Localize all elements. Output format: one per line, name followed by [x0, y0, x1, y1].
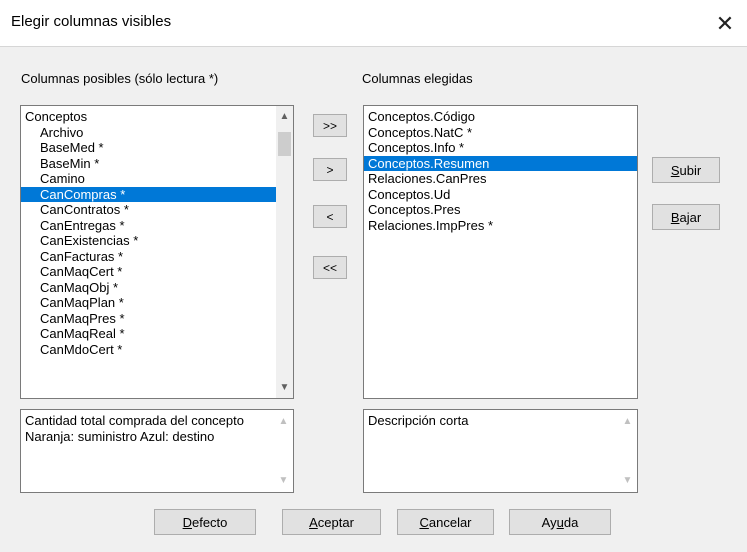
- title-bar: Elegir columnas visibles ✕: [0, 0, 747, 47]
- list-item[interactable]: CanFacturas *: [21, 249, 293, 265]
- chosen-columns-list[interactable]: Conceptos.Código Conceptos.NatC * Concepto…: [363, 105, 638, 399]
- scroll-thumb[interactable]: [278, 132, 291, 156]
- list-item[interactable]: Conceptos: [21, 109, 293, 125]
- list-item[interactable]: Relaciones.ImpPres *: [364, 218, 637, 234]
- window-title: Elegir columnas visibles: [11, 13, 172, 30]
- right-description-scrollbar[interactable]: ▲ ▼: [619, 411, 636, 491]
- chosen-columns-label: Columnas elegidas: [362, 71, 473, 86]
- list-item[interactable]: CanEntregas *: [21, 218, 293, 234]
- scroll-up-icon[interactable]: ▲: [275, 413, 292, 430]
- list-item[interactable]: Conceptos.Pres: [364, 202, 637, 218]
- right-description-text: Descripción corta: [368, 413, 469, 428]
- possible-columns-label: Columnas posibles (sólo lectura *): [21, 71, 219, 86]
- scroll-down-icon[interactable]: ▼: [276, 379, 293, 396]
- list-item[interactable]: Relaciones.CanPres: [364, 171, 637, 187]
- accept-button[interactable]: Aceptar: [282, 509, 381, 535]
- list-item[interactable]: Archivo: [21, 125, 293, 141]
- list-item[interactable]: CanMaqPres *: [21, 311, 293, 327]
- possible-columns-list[interactable]: Conceptos Archivo BaseMed * BaseMin * Camino…: [20, 105, 294, 399]
- add-button[interactable]: >: [313, 158, 347, 181]
- list-item[interactable]: BaseMed *: [21, 140, 293, 156]
- list-item[interactable]: BaseMin *: [21, 156, 293, 172]
- list-item[interactable]: Camino: [21, 171, 293, 187]
- list-item[interactable]: CanMaqCert *: [21, 264, 293, 280]
- scroll-down-icon[interactable]: ▼: [619, 472, 636, 489]
- move-up-button[interactable]: Subir: [652, 157, 720, 183]
- list-item[interactable]: CanMaqReal *: [21, 326, 293, 342]
- close-icon[interactable]: ✕: [703, 0, 747, 47]
- scroll-down-icon[interactable]: ▼: [275, 472, 292, 489]
- default-button[interactable]: Defecto: [154, 509, 256, 535]
- list-item[interactable]: Conceptos.Ud: [364, 187, 637, 203]
- list-item[interactable]: CanContratos *: [21, 202, 293, 218]
- add-all-button[interactable]: >>: [313, 114, 347, 137]
- possible-columns-scrollbar[interactable]: ▲ ▼: [276, 106, 293, 398]
- list-item[interactable]: Conceptos.Resumen: [364, 155, 637, 171]
- right-description-box[interactable]: Descripción corta ▲ ▼: [363, 409, 638, 493]
- list-item[interactable]: CanCompras *: [21, 186, 293, 202]
- list-item[interactable]: CanMdoCert *: [21, 342, 293, 358]
- cancel-button[interactable]: Cancelar: [397, 509, 494, 535]
- remove-button[interactable]: <: [313, 205, 347, 228]
- move-down-button[interactable]: Bajar: [652, 204, 720, 230]
- left-description-scrollbar[interactable]: ▲ ▼: [275, 411, 292, 491]
- scroll-up-icon[interactable]: ▲: [276, 108, 293, 125]
- left-description-text: Cantidad total comprada del concepto Nar…: [25, 413, 244, 444]
- list-item[interactable]: CanExistencias *: [21, 233, 293, 249]
- list-item[interactable]: Conceptos.NatC *: [364, 125, 637, 141]
- list-item[interactable]: Conceptos.Info *: [364, 140, 637, 156]
- list-item[interactable]: Conceptos.Código: [364, 109, 637, 125]
- list-item[interactable]: CanMaqObj *: [21, 280, 293, 296]
- list-item[interactable]: CanMaqPlan *: [21, 295, 293, 311]
- remove-all-button[interactable]: <<: [313, 256, 347, 279]
- help-button[interactable]: Ay u da: [509, 509, 611, 535]
- scroll-up-icon[interactable]: ▲: [619, 413, 636, 430]
- left-description-box[interactable]: Cantidad total comprada del concepto Nar…: [20, 409, 294, 493]
